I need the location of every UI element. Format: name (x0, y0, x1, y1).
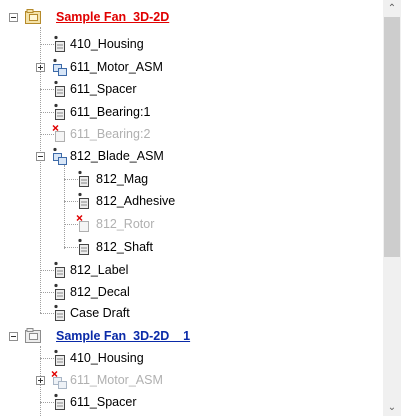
part-icon (54, 349, 65, 366)
part-label: 812_Shaft (96, 240, 153, 254)
scrollbar-thumb[interactable] (384, 17, 400, 257)
vertical-scrollbar[interactable]: ⌃ ⌄ (383, 0, 401, 416)
suppressed-subassembly-icon (51, 371, 67, 389)
part-label: 812_Decal (70, 285, 130, 299)
part-label: 812_Label (70, 263, 129, 277)
feature-tree: Sample Fan_3D-2D 410_Housing 611_Motor_A… (0, 0, 383, 416)
part-icon (78, 192, 89, 209)
part-label: 611_Spacer (70, 395, 137, 409)
part-label: 812_Rotor (96, 217, 155, 231)
part-icon (54, 35, 65, 52)
part-icon (54, 304, 65, 321)
part-icon (78, 238, 89, 255)
part-icon (54, 103, 65, 120)
suppressed-part-icon (52, 125, 65, 142)
subassembly-icon (53, 58, 67, 76)
part-label: 410_Housing (70, 37, 144, 51)
part-icon (78, 170, 89, 187)
part-icon (54, 393, 65, 410)
collapse-toggle[interactable] (36, 152, 45, 161)
part-icon (54, 261, 65, 278)
root-assembly-label: Sample Fan_3D-2D__1 (56, 329, 191, 343)
root-assembly-label: Sample Fan_3D-2D (56, 10, 170, 24)
part-icon (54, 283, 65, 300)
suppressed-part-icon (76, 215, 89, 232)
tree-connector (64, 165, 65, 249)
assembly-root-icon (25, 328, 41, 343)
scroll-down-arrow-icon[interactable]: ⌄ (383, 399, 401, 416)
subassembly-icon (53, 147, 67, 165)
subassembly-label: 611_Motor_ASM (70, 60, 163, 74)
subassembly-label: 611_Motor_ASM (70, 373, 163, 387)
part-label: Case Draft (70, 306, 130, 320)
collapse-toggle[interactable] (9, 332, 18, 341)
part-label: 611_Spacer (70, 82, 137, 96)
part-label: 410_Housing (70, 351, 144, 365)
subassembly-label: 812_Blade_ASM (70, 149, 164, 163)
part-label: 611_Bearing:2 (70, 127, 151, 141)
part-label: 611_Bearing:1 (70, 105, 151, 119)
assembly-root-icon (25, 9, 41, 24)
collapse-toggle[interactable] (9, 13, 18, 22)
part-icon (54, 80, 65, 97)
expand-toggle[interactable] (36, 63, 45, 72)
part-label: 812_Mag (96, 172, 149, 186)
expand-toggle[interactable] (36, 376, 45, 385)
scroll-up-arrow-icon[interactable]: ⌃ (383, 0, 401, 17)
part-label: 812_Adhesive (96, 194, 176, 208)
